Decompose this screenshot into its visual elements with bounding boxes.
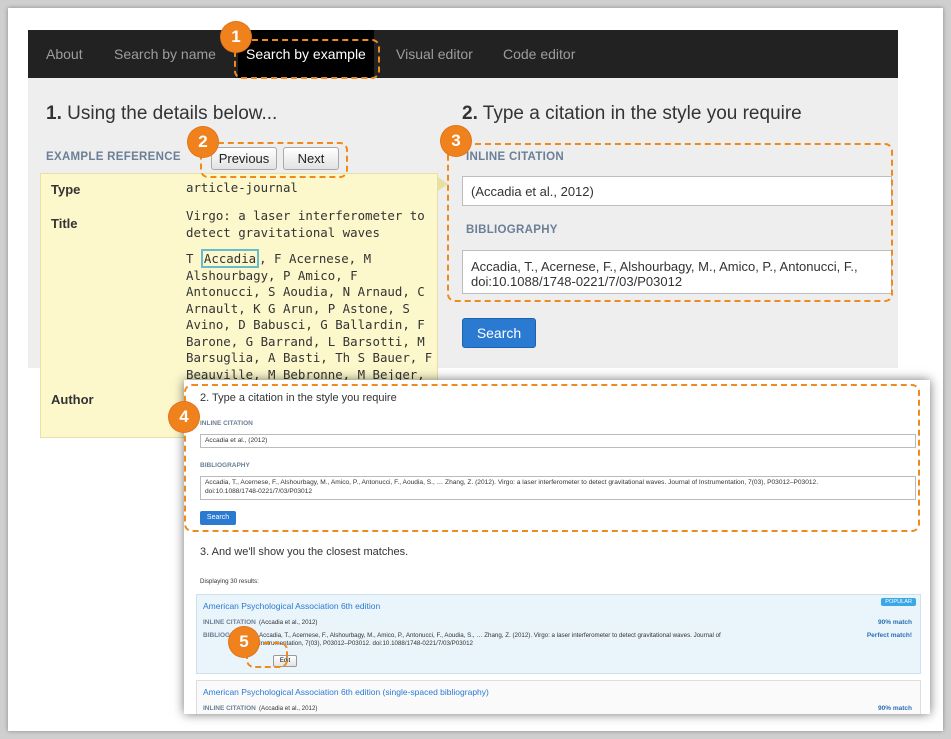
results-count: Displaying 30 results: [200,578,259,585]
result-title[interactable]: American Psychological Association 6th e… [203,601,380,611]
nav-code-editor[interactable]: Code editor [503,30,575,78]
highlight-citation-inputs [447,143,893,302]
example-reference-label: EXAMPLE REFERENCE [46,151,181,163]
result-bib-line2: Instrumentation, 7(03), P03012–P03012. d… [259,640,473,647]
nav-about[interactable]: About [46,30,83,78]
result-title[interactable]: American Psychological Association 6th e… [203,687,489,697]
type-value: article-journal [186,180,298,195]
top-nav: About Search by name Search by example V… [28,30,898,78]
author-key: Author [51,392,94,407]
callout-2: 2 [188,127,218,157]
step1-heading: 1. Using the details below... [46,103,277,125]
step2-heading: 2. Type a citation in the style you requ… [462,103,802,125]
highlight-search-by-example [234,39,380,79]
highlight-overlay-inputs [184,384,920,532]
step2-number: 2. [462,103,478,124]
callout-3: 3 [441,126,471,156]
result-card: American Psychological Association 6th e… [196,594,921,674]
author-highlight: Accadia [200,249,260,268]
result-inline-label: INLINE CITATION [203,619,256,626]
step1-number: 1. [46,103,62,124]
author-first-initial: T [186,251,201,266]
result-inline-label: INLINE CITATION [203,705,256,712]
result-bib-match: Perfect match! [866,632,912,639]
title-value: Virgo: a laser interferometer to detect … [186,208,425,240]
title-key: Title [51,216,78,231]
step2-text: Type a citation in the style you require [477,103,802,124]
type-key: Type [51,182,81,197]
result-inline-value: (Accadia et al., 2012) [259,619,318,626]
popular-badge: POPULAR [881,598,916,606]
result-inline-match: 90% match [878,705,912,712]
step3-heading: 3. And we'll show you the closest matche… [200,546,409,558]
nav-search-by-name[interactable]: Search by name [114,30,216,78]
callout-1: 1 [221,22,251,52]
search-button[interactable]: Search [462,318,536,348]
result-inline-match: 90% match [878,619,912,626]
author-value: T Accadia, F Acernese, M Alshourbagy, P … [186,249,436,400]
result-card: American Psychological Association 6th e… [196,680,921,714]
callout-5: 5 [229,627,259,657]
author-rest: , F Acernese, M Alshourbagy, P Amico, F … [186,251,433,398]
highlight-prev-next [200,142,348,178]
step1-text: Using the details below... [61,103,278,124]
result-bib-line1: Accadia, T., Acernese, F., Alshourbagy, … [259,632,721,639]
nav-visual-editor[interactable]: Visual editor [396,30,473,78]
callout-4: 4 [169,402,199,432]
result-inline-value: (Accadia et al., 2012) [259,705,318,712]
